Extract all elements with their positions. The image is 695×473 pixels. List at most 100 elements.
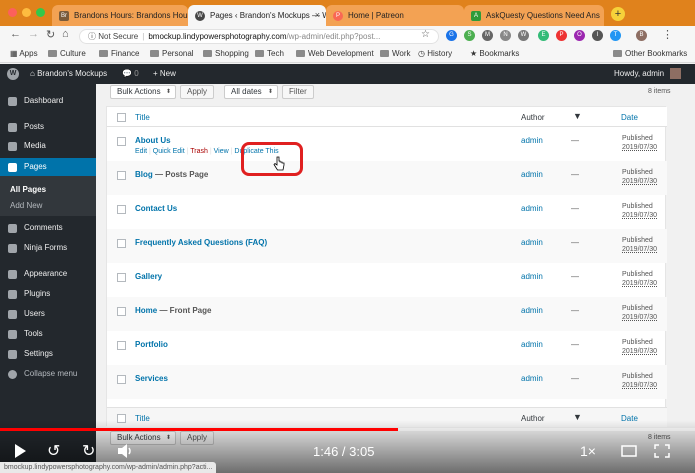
bookmark-folder[interactable]: Tech	[255, 49, 284, 58]
bookmark-item[interactable]: ▦ Apps	[10, 49, 38, 58]
author-link[interactable]: admin	[521, 272, 543, 281]
back-arrow-icon[interactable]: ←	[10, 28, 21, 40]
row-checkbox[interactable]	[117, 239, 126, 248]
page-title-link[interactable]: Frequently Asked Questions (FAQ)	[135, 238, 267, 247]
author-link[interactable]: admin	[521, 170, 543, 179]
author-link[interactable]: admin	[521, 136, 543, 145]
extension-icon[interactable]: S	[464, 30, 475, 41]
quick-edit-link[interactable]: Quick Edit	[153, 148, 185, 155]
bookmark-item[interactable]: ◷ History	[418, 49, 452, 58]
date-column-header[interactable]: Date	[621, 113, 638, 122]
row-checkbox[interactable]	[117, 375, 126, 384]
maximize-window-button[interactable]	[36, 8, 45, 17]
playback-speed-button[interactable]: 1×	[580, 443, 596, 459]
row-checkbox[interactable]	[117, 273, 126, 282]
url-input[interactable]: ⓘ Not Secure | bmockup.lindypowersphotogra…	[79, 29, 439, 44]
bookmark-folder[interactable]: Culture	[48, 49, 86, 58]
trash-link[interactable]: Trash	[190, 148, 208, 155]
fullscreen-icon[interactable]	[654, 444, 670, 458]
sidebar-item-media[interactable]: Media	[0, 137, 96, 155]
title-column-header[interactable]: Title	[135, 113, 150, 122]
author-link[interactable]: admin	[521, 340, 543, 349]
page-title-link[interactable]: Services	[135, 374, 168, 383]
reload-icon[interactable]: ↻	[46, 28, 55, 41]
sidebar-item-tools[interactable]: Tools	[0, 325, 96, 343]
filter-button[interactable]: Filter	[282, 85, 314, 99]
bookmark-star-icon[interactable]: ☆	[421, 29, 430, 40]
sidebar-item-pages[interactable]: Pages	[0, 158, 96, 176]
page-title-link[interactable]: Contact Us	[135, 204, 177, 213]
sidebar-item-users[interactable]: Users	[0, 305, 96, 323]
sidebar-item-posts[interactable]: Posts	[0, 118, 96, 136]
select-all-checkbox[interactable]	[117, 113, 126, 122]
comments-column-icon[interactable]: ▼	[573, 111, 582, 121]
wordpress-logo-icon[interactable]: W	[7, 68, 19, 80]
collapse-menu-button[interactable]: Collapse menu	[0, 365, 96, 383]
minimize-window-button[interactable]	[22, 8, 31, 17]
page-title-link[interactable]: Gallery	[135, 272, 162, 281]
dates-filter-select[interactable]: All dates ⬍	[224, 85, 278, 99]
apply-button[interactable]: Apply	[180, 85, 215, 99]
extension-icon[interactable]: W	[518, 30, 529, 41]
bookmark-folder[interactable]: Web Development	[296, 49, 374, 58]
sidebar-item-ninja-forms[interactable]: Ninja Forms	[0, 239, 96, 257]
row-checkbox[interactable]	[117, 307, 126, 316]
bookmark-folder[interactable]: Other Bookmarks	[613, 49, 687, 58]
bulk-actions-select[interactable]: Bulk Actions ⬍	[110, 85, 176, 99]
author-link[interactable]: admin	[521, 374, 543, 383]
comments-link[interactable]: 💬 0	[122, 69, 139, 78]
browser-tab-active[interactable]: W Pages ‹ Brandon's Mockups — Wo ×	[188, 5, 326, 26]
sidebar-item-plugins[interactable]: Plugins	[0, 285, 96, 303]
row-checkbox[interactable]	[117, 205, 126, 214]
home-icon[interactable]: ⌂	[62, 28, 69, 40]
sidebar-item-comments[interactable]: Comments	[0, 219, 96, 237]
profile-avatar[interactable]: B	[636, 30, 647, 41]
bookmark-item[interactable]: ★ Bookmarks	[470, 49, 519, 58]
submenu-all-pages[interactable]: All Pages	[10, 185, 46, 194]
author-link[interactable]: admin	[521, 238, 543, 247]
howdy-user-menu[interactable]: Howdy, admin	[614, 69, 664, 78]
site-name-link[interactable]: ⌂ Brandon's Mockups	[30, 69, 107, 78]
extension-icon[interactable]: T	[610, 30, 621, 41]
page-title-link[interactable]: Blog — Posts Page	[135, 170, 208, 179]
bookmark-folder[interactable]: Work	[380, 49, 411, 58]
more-menu-icon[interactable]: ⋮	[662, 28, 673, 41]
forward-arrow-icon[interactable]: →	[28, 28, 39, 40]
volume-icon[interactable]	[117, 444, 135, 458]
page-title-link[interactable]: About Us	[135, 136, 171, 145]
forward-5-icon[interactable]: ↻	[82, 441, 95, 461]
extension-icon[interactable]: I	[592, 30, 603, 41]
browser-tab[interactable]: A AskQuesty Questions Need Ans	[464, 5, 604, 26]
new-content-link[interactable]: + New	[153, 69, 176, 78]
author-link[interactable]: admin	[521, 204, 543, 213]
browser-tab[interactable]: P Home | Patreon	[326, 5, 464, 26]
submenu-add-new[interactable]: Add New	[10, 201, 42, 210]
view-link[interactable]: View	[214, 148, 229, 155]
extension-icon[interactable]: O	[574, 30, 585, 41]
row-checkbox[interactable]	[117, 341, 126, 350]
author-link[interactable]: admin	[521, 306, 543, 315]
edit-link[interactable]: Edit	[135, 148, 147, 155]
sidebar-item-dashboard[interactable]: Dashboard	[0, 92, 96, 110]
new-tab-button[interactable]: +	[611, 7, 625, 21]
extension-icon[interactable]: M	[482, 30, 493, 41]
page-title-link[interactable]: Portfolio	[135, 340, 168, 349]
close-tab-icon[interactable]: ×	[315, 5, 320, 26]
bookmark-folder[interactable]: Personal	[150, 49, 194, 58]
extension-icon[interactable]: P	[556, 30, 567, 41]
row-checkbox[interactable]	[117, 137, 126, 146]
browser-tab[interactable]: Br Brandons Hours: Brandons Hours	[52, 5, 188, 26]
user-avatar[interactable]	[670, 68, 681, 79]
extension-icon[interactable]: E	[538, 30, 549, 41]
play-icon[interactable]	[12, 443, 28, 459]
bookmark-folder[interactable]: Finance	[99, 49, 139, 58]
row-checkbox[interactable]	[117, 171, 126, 180]
rewind-5-icon[interactable]: ↺	[47, 441, 60, 461]
sidebar-item-settings[interactable]: Settings	[0, 345, 96, 363]
close-window-button[interactable]	[8, 8, 17, 17]
extension-icon[interactable]: N	[500, 30, 511, 41]
page-title-link[interactable]: Home — Front Page	[135, 306, 211, 315]
extension-icon[interactable]: G	[446, 30, 457, 41]
bookmark-folder[interactable]: Shopping	[203, 49, 249, 58]
miniplayer-icon[interactable]	[621, 445, 637, 457]
